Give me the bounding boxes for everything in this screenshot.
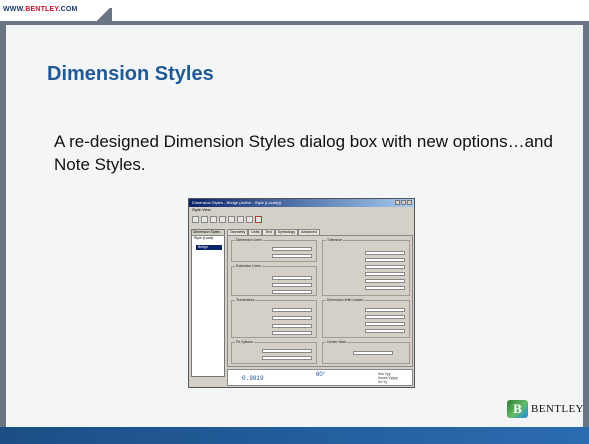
dialog-title: Dimension Styles - Bridge (Active - Styl… <box>192 200 282 205</box>
site-url-prefix: WWW. <box>3 6 26 13</box>
field <box>272 316 312 320</box>
save-icon <box>210 215 217 223</box>
group-label: Dimension Lines <box>235 238 263 242</box>
field <box>365 315 405 319</box>
preview-note-line: Xx Yy <box>378 380 388 384</box>
field <box>262 349 312 353</box>
group-terminators: Terminators <box>231 298 317 338</box>
window-buttons <box>395 200 412 205</box>
new-style-icon <box>192 215 199 223</box>
field <box>272 331 312 335</box>
close-icon <box>407 200 412 205</box>
dialog-tab-body: Dimension Lines Extension Lines Terminat… <box>227 235 413 367</box>
group-label: Extension Lines <box>235 264 262 268</box>
maximize-icon <box>401 200 406 205</box>
style-tree-item: Style (Local) <box>194 236 214 240</box>
dialog-screenshot: Dimension Styles - Bridge (Active - Styl… <box>188 198 415 388</box>
delete-icon <box>228 215 235 223</box>
group-tolerance: Tolerance <box>322 238 410 296</box>
field <box>272 290 312 294</box>
group-label: Center Mark <box>326 340 348 344</box>
bentley-logo-icon: B <box>507 400 528 418</box>
group-dimension-lines: Dimension Lines <box>231 238 317 262</box>
bentley-logo-text: BENTLEY <box>531 403 584 415</box>
dialog-toolbar <box>189 213 414 225</box>
field <box>272 308 312 312</box>
field <box>272 276 312 280</box>
group-fit-options: Fit Options <box>231 340 317 364</box>
field <box>365 265 405 269</box>
site-url[interactable]: WWW.BENTLEY.COM <box>3 6 78 13</box>
group-label: Dimension With Leader <box>326 298 365 302</box>
footer-bar <box>0 427 589 444</box>
preview-angle-value: 60° <box>316 372 326 378</box>
dimension-preview: 0.9819 60° Xxx Yyy Xxxxx Yyyyy Xx Yy <box>227 369 413 386</box>
field <box>272 247 312 251</box>
preview-linear-value: 0.9819 <box>242 375 264 382</box>
field <box>365 329 405 333</box>
group-label: Fit Options <box>235 340 254 344</box>
field <box>272 254 312 258</box>
paste-icon <box>237 215 244 223</box>
slide-title: Dimension Styles <box>47 63 214 85</box>
slide-body-text: A re-designed Dimension Styles dialog bo… <box>54 132 553 174</box>
site-url-suffix: .COM <box>58 6 78 13</box>
group-center-mark: Center Mark <box>322 340 410 364</box>
dialog-title-bar: Dimension Styles - Bridge (Active - Styl… <box>189 199 414 207</box>
tab-notch <box>94 8 112 22</box>
site-url-brand: BENTLEY <box>25 6 59 13</box>
open-icon <box>201 215 208 223</box>
field <box>365 279 405 283</box>
style-tree-item-selected: Bridge <box>196 245 222 250</box>
group-dimension-with-leader: Dimension With Leader <box>322 298 410 338</box>
field <box>353 351 393 355</box>
site-tab: WWW.BENTLEY.COM <box>0 0 94 22</box>
copy-icon <box>219 215 226 223</box>
field <box>272 283 312 287</box>
field <box>365 286 405 290</box>
field <box>262 356 312 360</box>
field <box>272 324 312 328</box>
highlight-icon <box>255 215 262 223</box>
preview-note: Xxx Yyy Xxxxx Yyyyy Xx Yy <box>378 372 398 384</box>
bentley-logo: B BENTLEY <box>507 400 584 418</box>
style-tree: Dimension Styles Style (Local) Bridge <box>191 229 225 377</box>
field <box>365 251 405 255</box>
field <box>365 272 405 276</box>
group-extension-lines: Extension Lines <box>231 264 317 296</box>
group-label: Tolerance <box>326 238 344 242</box>
reset-icon <box>246 215 253 223</box>
field <box>365 308 405 312</box>
field <box>365 258 405 262</box>
slide: WWW.BENTLEY.COM Dimension Styles A re-de… <box>0 0 589 444</box>
field <box>365 322 405 326</box>
minimize-icon <box>395 200 400 205</box>
group-label: Terminators <box>235 298 256 302</box>
